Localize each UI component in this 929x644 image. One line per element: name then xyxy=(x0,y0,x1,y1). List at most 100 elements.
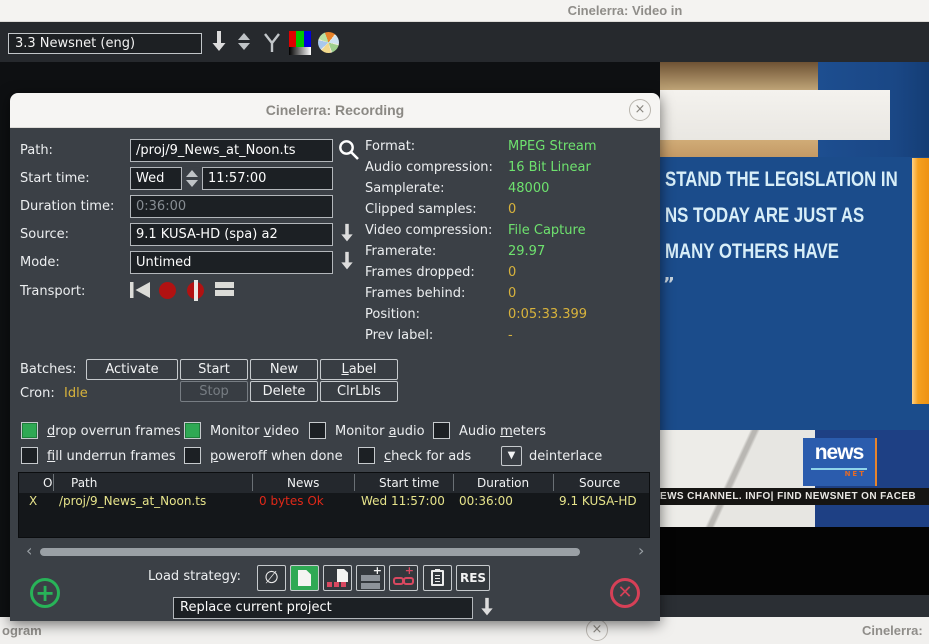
fill-underrun-checkbox[interactable] xyxy=(21,447,38,464)
delete-button[interactable]: Delete xyxy=(250,381,318,402)
scroll-right-icon[interactable]: › xyxy=(638,543,644,559)
pre: Audio xyxy=(459,424,500,439)
replace-concatenate-button[interactable] xyxy=(323,565,352,591)
insertion-strategy-dropdown[interactable]: Replace current project xyxy=(173,597,473,619)
batches-label: Batches: xyxy=(20,362,77,377)
cell-path: /proj/9_News_at_Noon.ts xyxy=(59,494,206,508)
label-button[interactable]: Label xyxy=(320,359,398,380)
green-bar xyxy=(296,31,303,47)
channel-updown-icon[interactable] xyxy=(238,33,250,50)
day-spinner[interactable] xyxy=(183,167,200,190)
quote-line: NS TODAY ARE JUST AS xyxy=(665,204,864,228)
gray-gradient xyxy=(289,47,311,55)
pre: Monitor xyxy=(210,424,264,439)
concatenate-tracks-button[interactable]: + xyxy=(389,565,418,591)
rest: eters xyxy=(513,424,546,439)
channel-select-arrow-icon[interactable] xyxy=(211,30,227,53)
start-day-input[interactable]: Wed xyxy=(130,167,182,190)
up-triangle xyxy=(186,170,198,177)
paste-button[interactable] xyxy=(423,565,452,591)
batch-list: O Path News Start time Duration Source X… xyxy=(18,472,650,538)
poweroff-checkbox[interactable] xyxy=(184,447,201,464)
search-icon[interactable] xyxy=(337,138,360,161)
color-wheel-icon[interactable] xyxy=(318,32,339,53)
record-icon[interactable] xyxy=(159,282,176,299)
stop-button[interactable]: Stop xyxy=(180,381,248,402)
mode-input[interactable]: Untimed xyxy=(130,251,333,274)
color-bars-icon[interactable] xyxy=(289,31,311,55)
deinterlace-dropdown-button[interactable]: ▼ xyxy=(501,446,522,466)
red-bar xyxy=(289,31,296,47)
label-mnemonic: L xyxy=(341,362,348,377)
status-label: Frames dropped: xyxy=(365,265,475,280)
clrlbls-button[interactable]: ClrLbls xyxy=(320,381,398,402)
new-button[interactable]: New xyxy=(250,359,318,380)
monitor-audio-checkbox[interactable] xyxy=(309,422,326,439)
activate-button[interactable]: Activate xyxy=(86,359,178,380)
col-news[interactable]: News xyxy=(287,476,319,490)
antenna-icon[interactable] xyxy=(263,32,281,54)
column-divider[interactable] xyxy=(252,474,253,491)
source-input[interactable]: 9.1 KUSA-HD (spa) a2 xyxy=(130,223,333,246)
status-label: Video compression: xyxy=(365,223,492,238)
col-path[interactable]: Path xyxy=(71,476,97,490)
status-value: File Capture xyxy=(508,223,586,238)
col-duration[interactable]: Duration xyxy=(477,476,529,490)
close-recording-button[interactable]: ✕ xyxy=(610,578,640,608)
document-icon xyxy=(337,569,348,582)
start-button[interactable]: Start xyxy=(180,359,248,380)
stop-icon[interactable] xyxy=(215,282,234,298)
col-source[interactable]: Source xyxy=(579,476,620,490)
replace-project-button[interactable] xyxy=(290,565,319,591)
batch-row[interactable]: X /proj/9_News_at_Noon.ts 0 bytes Ok Wed… xyxy=(19,493,649,510)
load-strategy-label: Load strategy: xyxy=(148,569,241,584)
monitor-video-checkbox[interactable] xyxy=(184,422,201,439)
audio-meters-checkbox[interactable] xyxy=(433,422,450,439)
load-nothing-button[interactable]: ∅ xyxy=(257,565,286,591)
status-value: - xyxy=(508,328,513,343)
status-label: Format: xyxy=(365,139,415,154)
cell-duration: 00:36:00 xyxy=(459,494,513,508)
cron-label: Cron: xyxy=(20,386,55,401)
path-input[interactable]: /proj/9_News_at_Noon.ts xyxy=(130,139,333,162)
drop-overrun-checkbox[interactable] xyxy=(21,422,38,439)
source-dropdown-icon[interactable] xyxy=(340,222,354,244)
audio-meters-label: Audio meters xyxy=(459,424,546,439)
record-frame-icon[interactable] xyxy=(187,282,204,299)
mode-label: Mode: xyxy=(20,255,60,270)
start-time-input[interactable]: 11:57:00 xyxy=(202,167,333,190)
column-divider[interactable] xyxy=(53,474,54,491)
insertion-dropdown-icon[interactable] xyxy=(480,596,494,618)
col-on[interactable]: O xyxy=(43,476,52,490)
scroll-left-icon[interactable]: ‹ xyxy=(26,543,32,559)
column-divider[interactable] xyxy=(553,474,554,491)
video-in-toolbar: 3.3 Newsnet (eng) xyxy=(0,22,929,62)
column-divider[interactable] xyxy=(354,474,355,491)
status-value: 48000 xyxy=(508,181,549,196)
plus-icon: + xyxy=(405,566,414,576)
transport-label: Transport: xyxy=(20,284,85,299)
append-tracks-button[interactable]: + xyxy=(356,565,385,591)
col-start-time[interactable]: Start time xyxy=(379,476,439,490)
path-label: Path: xyxy=(20,143,53,158)
video-in-titlebar[interactable]: Cinelerra: Video in xyxy=(0,0,929,22)
channel-input[interactable]: 3.3 Newsnet (eng) xyxy=(8,33,202,54)
column-divider[interactable] xyxy=(453,474,454,491)
red-block xyxy=(341,582,346,587)
rewind-to-start-icon[interactable] xyxy=(128,281,152,299)
program-close-icon[interactable]: × xyxy=(586,619,608,641)
recording-close-button[interactable]: × xyxy=(629,99,651,121)
screen: Cinelerra: Video in 3.3 Newsnet (eng) ST… xyxy=(0,0,929,644)
duration-input[interactable]: 0:36:00 xyxy=(130,195,333,218)
batch-list-header: O Path News Start time Duration Source xyxy=(19,473,649,493)
cell-news: 0 bytes Ok xyxy=(259,494,324,508)
check-for-ads-checkbox[interactable] xyxy=(358,447,375,464)
mode-dropdown-icon[interactable] xyxy=(340,250,354,272)
label-rest: abel xyxy=(349,362,377,377)
add-batch-button[interactable]: + xyxy=(30,578,60,608)
scroll-thumb[interactable] xyxy=(40,548,580,556)
recording-titlebar[interactable]: Cinelerra: Recording × xyxy=(10,93,660,128)
resources-only-button[interactable]: RES xyxy=(456,565,490,591)
rest: oweroff when done xyxy=(218,449,342,464)
logo-subtext: NET xyxy=(803,470,866,478)
